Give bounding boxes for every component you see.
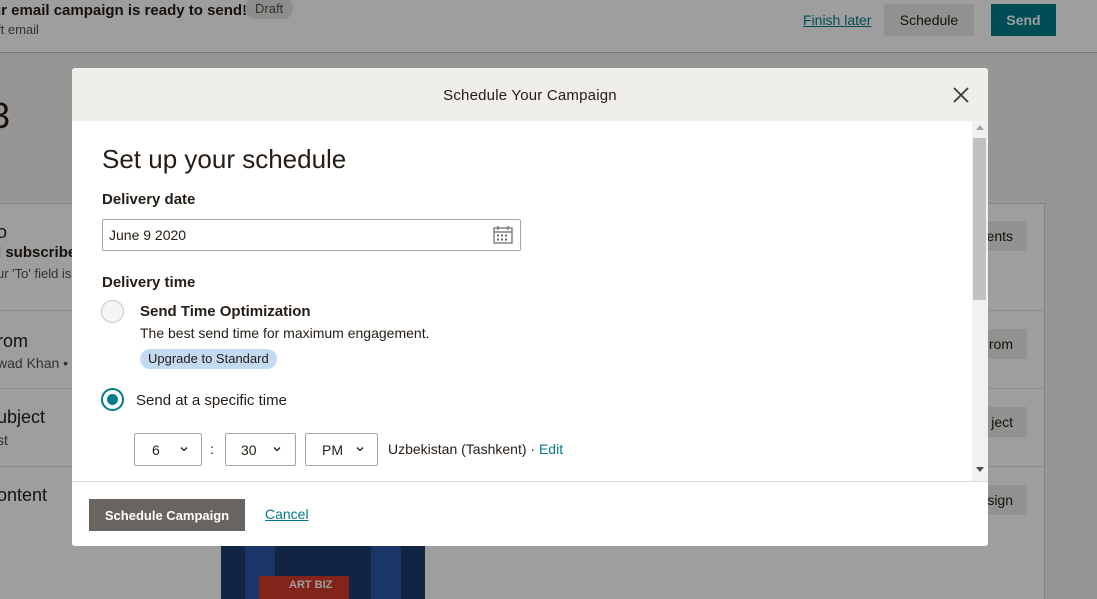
minute-value: 30	[241, 442, 257, 458]
ampm-select[interactable]: PM	[305, 433, 378, 466]
ampm-value: PM	[322, 442, 343, 458]
schedule-campaign-modal: Schedule Your Campaign Set up your sched…	[72, 68, 988, 546]
scroll-down-arrow-icon[interactable]	[976, 467, 984, 472]
specific-time-label[interactable]: Send at a specific time	[136, 392, 287, 409]
delivery-date-label: Delivery date	[102, 191, 196, 208]
sto-description: The best send time for maximum engagemen…	[140, 325, 430, 341]
delivery-time-label: Delivery time	[102, 274, 196, 291]
section-heading: Set up your schedule	[102, 144, 347, 174]
chevron-down-icon	[180, 447, 188, 452]
schedule-campaign-button[interactable]: Schedule Campaign	[89, 499, 245, 531]
calendar-icon[interactable]	[493, 226, 513, 244]
modal-footer: Schedule Campaign Cancel	[72, 481, 988, 546]
timezone-edit-link[interactable]: Edit	[539, 441, 563, 457]
minute-select[interactable]: 30	[225, 433, 296, 466]
timezone-info: Uzbekistan (Tashkent) · Edit	[388, 441, 563, 457]
timezone-label: Uzbekistan (Tashkent) ·	[388, 441, 536, 457]
sto-label: Send Time Optimization	[140, 303, 311, 320]
modal-scrollbar[interactable]	[972, 121, 988, 481]
upgrade-badge[interactable]: Upgrade to Standard	[140, 349, 277, 369]
modal-body: Set up your schedule Delivery date Deliv…	[72, 121, 988, 481]
scroll-up-arrow-icon[interactable]	[976, 125, 984, 130]
delivery-date-input[interactable]	[102, 219, 521, 251]
chevron-down-icon	[273, 447, 281, 452]
scroll-thumb[interactable]	[973, 138, 986, 300]
time-separator: :	[210, 441, 214, 457]
modal-header: Schedule Your Campaign	[72, 68, 988, 121]
hour-value: 6	[152, 442, 160, 458]
modal-title: Schedule Your Campaign	[443, 87, 617, 104]
close-icon[interactable]	[952, 86, 970, 104]
sto-radio[interactable]	[101, 300, 124, 323]
cancel-link[interactable]: Cancel	[265, 506, 309, 522]
chevron-down-icon	[356, 447, 364, 452]
hour-select[interactable]: 6	[134, 433, 202, 466]
specific-time-radio[interactable]	[101, 388, 124, 411]
